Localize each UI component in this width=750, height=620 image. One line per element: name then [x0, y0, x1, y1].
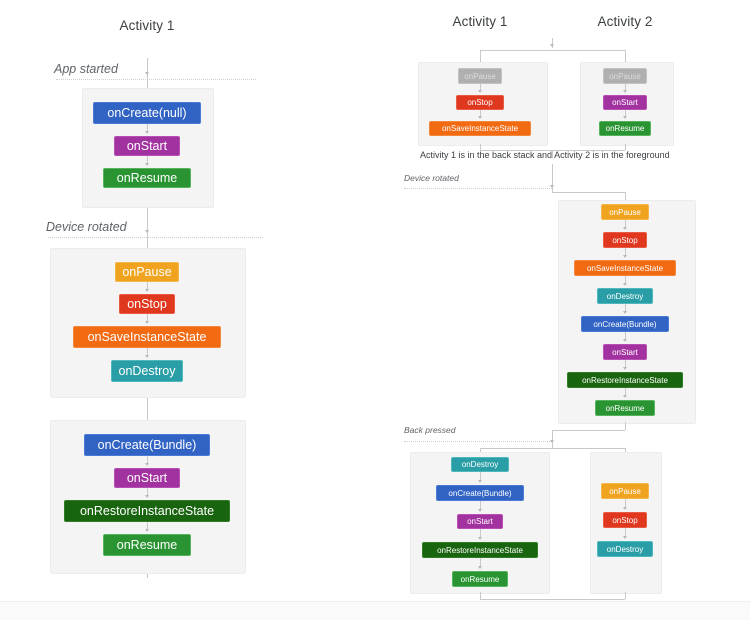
chip-device-rotated-rebuild-group-3[interactable]: onResume	[103, 534, 191, 556]
connector-line	[625, 592, 626, 599]
connector-line	[552, 448, 625, 449]
chip-back-activity-2-2[interactable]: onDestroy	[597, 541, 653, 557]
chip-rotated-activity-2-7[interactable]: onResume	[595, 400, 655, 416]
chip-rotated-activity-2-4[interactable]: onCreate(Bundle)	[581, 316, 669, 332]
chip-back-activity-1-3[interactable]: onRestoreInstanceState	[422, 542, 538, 558]
chip-top-activity-2-2[interactable]: onResume	[599, 121, 651, 136]
connector-line	[625, 422, 626, 430]
arrow-head	[478, 509, 482, 512]
chip-top-activity-1-1[interactable]: onStop	[456, 95, 504, 110]
arrow-head	[144, 529, 149, 532]
connector-line	[552, 188, 553, 192]
arrow-head	[550, 44, 554, 47]
arrow-head	[478, 116, 482, 119]
chip-app-started-group-1[interactable]: onStart	[114, 136, 180, 156]
connector-line	[552, 192, 625, 193]
right-column-title-activity-1: Activity 1	[452, 14, 508, 29]
arrow-head	[144, 463, 149, 466]
chip-device-rotated-rebuild-group-0[interactable]: onCreate(Bundle)	[84, 434, 210, 456]
chip-top-activity-2-0[interactable]: onPause	[603, 68, 647, 84]
chip-rotated-activity-2-0[interactable]: onPause	[601, 204, 649, 220]
event-label-back-pressed: Back pressed	[404, 425, 456, 435]
event-divider	[404, 188, 552, 189]
chip-device-rotated-teardown-group-1[interactable]: onStop	[119, 294, 175, 314]
event-divider	[48, 237, 263, 238]
arrow-head	[144, 289, 149, 292]
event-label: App started	[54, 62, 118, 76]
arrow-head	[144, 355, 149, 358]
chip-app-started-group-0[interactable]: onCreate(null)	[93, 102, 201, 124]
chip-app-started-group-2[interactable]: onResume	[103, 168, 191, 188]
chip-rotated-activity-2-1[interactable]: onStop	[603, 232, 647, 248]
arrow-head	[623, 339, 627, 342]
diagram-canvas: Activity 1 App started Device rotated onCre…	[0, 0, 750, 620]
connector-line	[625, 192, 626, 200]
chip-back-activity-2-0[interactable]: onPause	[601, 483, 649, 499]
arrow-head	[623, 227, 627, 230]
arrow-head	[623, 367, 627, 370]
arrow-head	[623, 90, 627, 93]
arrow-head	[144, 495, 149, 498]
arrow-head	[144, 163, 149, 166]
chip-back-activity-1-0[interactable]: onDestroy	[451, 457, 509, 472]
connector-line	[625, 50, 626, 62]
arrow-head	[144, 131, 149, 134]
arrow-head	[623, 507, 627, 510]
chip-device-rotated-teardown-group-3[interactable]: onDestroy	[111, 360, 183, 382]
connector-line	[552, 430, 625, 431]
connector-line	[480, 50, 481, 62]
arrow-head	[144, 230, 149, 233]
arrow-head	[623, 536, 627, 539]
connector-line	[480, 592, 481, 599]
left-column-title: Activity 1	[119, 18, 175, 33]
arrow-head	[623, 116, 627, 119]
arrow-head	[144, 321, 149, 324]
arrow-head	[623, 255, 627, 258]
chip-rotated-activity-2-3[interactable]: onDestroy	[597, 288, 653, 304]
chip-back-activity-1-2[interactable]: onStart	[457, 514, 503, 529]
chip-back-activity-2-1[interactable]: onStop	[603, 512, 647, 528]
event-divider	[56, 79, 256, 80]
arrow-head	[478, 480, 482, 483]
chip-top-activity-1-0[interactable]: onPause	[458, 68, 502, 84]
arrow-head	[144, 72, 149, 75]
right-column-title-activity-2: Activity 2	[597, 14, 653, 29]
chip-device-rotated-rebuild-group-1[interactable]: onStart	[114, 468, 180, 488]
arrow-head	[623, 283, 627, 286]
connector-line	[480, 448, 552, 449]
chip-rotated-activity-2-2[interactable]: onSaveInstanceState	[574, 260, 676, 276]
arrow-head	[478, 537, 482, 540]
arrow-head	[550, 440, 554, 443]
connector-line	[552, 50, 625, 51]
connector-line	[552, 444, 553, 448]
connector-line	[480, 599, 625, 600]
back-stack-caption: Activity 1 is in the back stack and Acti…	[420, 150, 670, 160]
chip-top-activity-1-2[interactable]: onSaveInstanceState	[429, 121, 531, 136]
chip-rotated-activity-2-5[interactable]: onStart	[603, 344, 647, 360]
event-label: Device rotated	[46, 220, 127, 234]
event-divider	[404, 441, 552, 442]
event-label-device-rotated: Device rotated	[404, 173, 459, 183]
arrow-head	[623, 311, 627, 314]
chip-back-activity-1-1[interactable]: onCreate(Bundle)	[436, 485, 524, 501]
chip-back-activity-1-4[interactable]: onResume	[452, 571, 508, 587]
chip-top-activity-2-1[interactable]: onStart	[603, 95, 647, 110]
footer-band	[0, 601, 750, 620]
chip-rotated-activity-2-6[interactable]: onRestoreInstanceState	[567, 372, 683, 388]
arrow-head	[623, 395, 627, 398]
chip-device-rotated-teardown-group-2[interactable]: onSaveInstanceState	[73, 326, 221, 348]
arrow-head	[478, 90, 482, 93]
connector-line	[480, 50, 552, 51]
chip-device-rotated-teardown-group-0[interactable]: onPause	[115, 262, 179, 282]
chip-device-rotated-rebuild-group-2[interactable]: onRestoreInstanceState	[64, 500, 230, 522]
arrow-head	[478, 566, 482, 569]
